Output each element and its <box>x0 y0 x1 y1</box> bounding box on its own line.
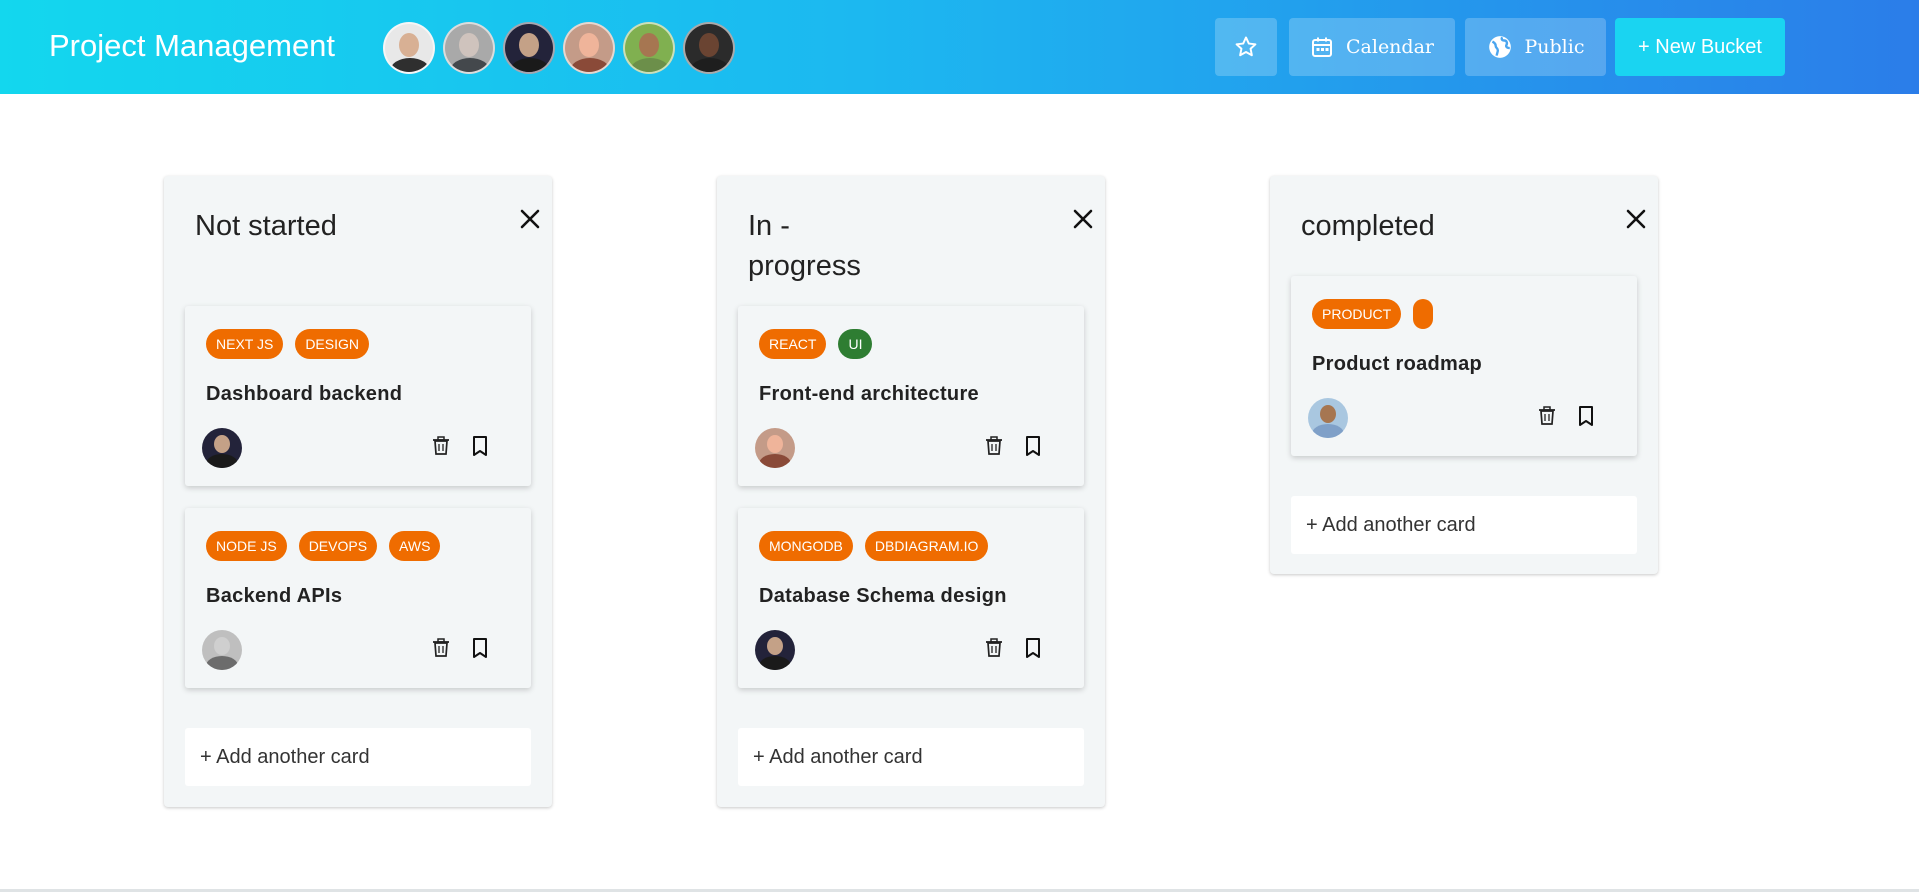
top-app-bar: Project Management Calendar Public + New… <box>0 0 1919 94</box>
assignee-avatar[interactable] <box>202 428 242 468</box>
star-outline-icon <box>1235 36 1257 57</box>
team-member-avatar[interactable] <box>683 22 735 74</box>
add-card-button[interactable]: + Add another card <box>738 728 1084 786</box>
bucket-title: completed <box>1301 210 1435 242</box>
assignee-avatar[interactable] <box>1308 398 1348 438</box>
bookmark-icon[interactable] <box>1024 638 1042 663</box>
assignee-avatar[interactable] <box>755 630 795 670</box>
trash-icon[interactable] <box>1538 406 1556 431</box>
bookmark-icon[interactable] <box>1577 406 1595 431</box>
team-member-avatar[interactable] <box>383 22 435 74</box>
tag[interactable]: UI <box>838 329 873 359</box>
close-icon[interactable] <box>1619 202 1653 236</box>
bucket-not-started: Not started NEXT JS DESIGN Dashboard bac… <box>164 176 552 807</box>
trash-icon[interactable] <box>985 638 1003 663</box>
card-title: Front-end architecture <box>759 383 979 405</box>
tag[interactable]: PRODUCT <box>1312 299 1402 329</box>
globe-icon <box>1488 36 1511 58</box>
assignee-avatar[interactable] <box>202 630 242 670</box>
tag[interactable]: DEVOPS <box>298 531 378 561</box>
tag-list: NEXT JS DESIGN <box>206 329 381 359</box>
team-member-avatar[interactable] <box>503 22 555 74</box>
card-title: Backend APIs <box>206 585 343 607</box>
calendar-button[interactable]: Calendar <box>1289 18 1455 76</box>
tag-list: MONGODB DBDIAGRAM.IO <box>759 531 1000 561</box>
team-avatar-group <box>383 22 743 74</box>
calendar-label: Calendar <box>1346 36 1434 58</box>
team-member-avatar[interactable] <box>623 22 675 74</box>
tag[interactable]: DBDIAGRAM.IO <box>864 531 989 561</box>
app-title: Project Management <box>49 28 336 63</box>
tag-list: NODE JS DEVOPS AWS <box>206 531 452 561</box>
tag[interactable]: NODE JS <box>206 531 287 561</box>
card-title: Database Schema design <box>759 585 1007 607</box>
team-member-avatar[interactable] <box>563 22 615 74</box>
assignee-avatar[interactable] <box>755 428 795 468</box>
page-divider <box>0 889 1919 892</box>
star-button[interactable] <box>1215 18 1277 76</box>
tag[interactable]: REACT <box>759 329 827 359</box>
tag[interactable]: MONGODB <box>759 531 853 561</box>
task-card[interactable]: PRODUCT Product roadmap <box>1291 276 1637 456</box>
public-button[interactable]: Public <box>1465 18 1606 76</box>
add-card-button[interactable]: + Add another card <box>1291 496 1637 554</box>
tag[interactable]: NEXT JS <box>206 329 284 359</box>
tag[interactable]: DESIGN <box>295 329 369 359</box>
bookmark-icon[interactable] <box>471 436 489 461</box>
tag[interactable]: AWS <box>389 531 441 561</box>
public-label: Public <box>1524 36 1585 58</box>
card-title: Product roadmap <box>1312 353 1483 375</box>
bookmark-icon[interactable] <box>471 638 489 663</box>
team-member-avatar[interactable] <box>443 22 495 74</box>
task-card[interactable]: REACT UI Front-end architecture <box>738 306 1084 486</box>
close-icon[interactable] <box>513 202 547 236</box>
add-card-button[interactable]: + Add another card <box>185 728 531 786</box>
tag[interactable] <box>1413 299 1434 329</box>
tag-list: REACT UI <box>759 329 884 359</box>
task-card[interactable]: NEXT JS DESIGN Dashboard backend <box>185 306 531 486</box>
bookmark-icon[interactable] <box>1024 436 1042 461</box>
trash-icon[interactable] <box>432 436 450 461</box>
task-card[interactable]: MONGODB DBDIAGRAM.IO Database Schema des… <box>738 508 1084 688</box>
trash-icon[interactable] <box>985 436 1003 461</box>
bucket-title: Not started <box>195 210 337 242</box>
bucket-in-progress: In - progress REACT UI Front-end archite… <box>717 176 1105 807</box>
new-bucket-button[interactable]: + New Bucket <box>1615 18 1785 76</box>
trash-icon[interactable] <box>432 638 450 663</box>
tag-list: PRODUCT <box>1312 299 1445 329</box>
calendar-icon <box>1312 37 1332 57</box>
task-card[interactable]: NODE JS DEVOPS AWS Backend APIs <box>185 508 531 688</box>
bucket-completed: completed PRODUCT Product roadmap + Add … <box>1270 176 1658 574</box>
bucket-title: In - progress <box>748 210 861 282</box>
close-icon[interactable] <box>1066 202 1100 236</box>
card-title: Dashboard backend <box>206 383 403 405</box>
